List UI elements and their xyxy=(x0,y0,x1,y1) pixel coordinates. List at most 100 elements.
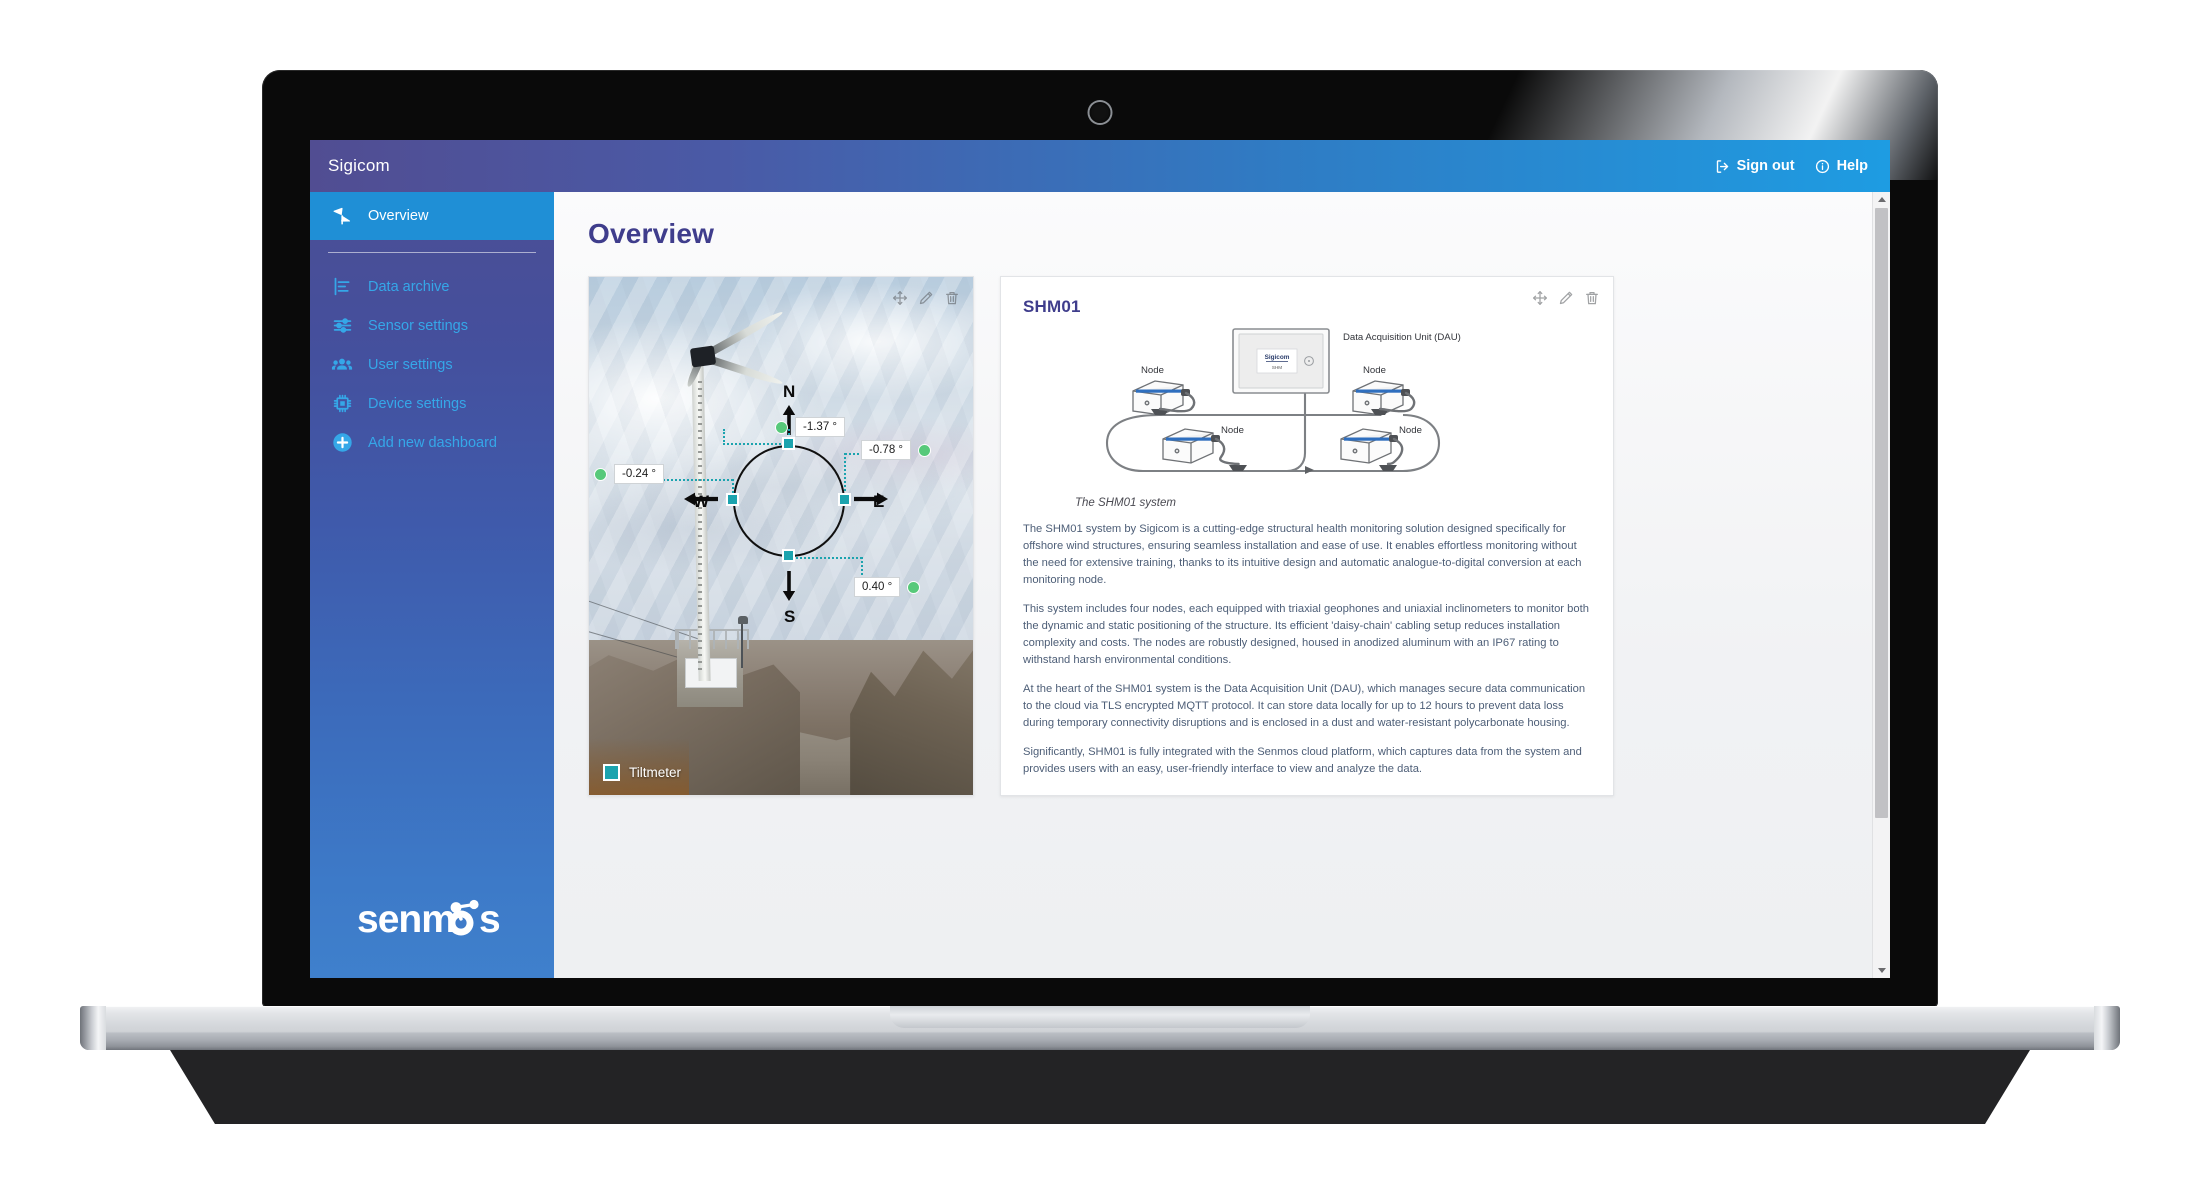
laptop-base-edge-left xyxy=(80,1006,106,1050)
chip-icon xyxy=(330,392,354,416)
compass-label-north: N xyxy=(783,382,796,401)
leader-line xyxy=(788,557,862,559)
laptop-shadow xyxy=(168,1048,2032,1124)
status-dot-icon xyxy=(594,467,607,481)
edit-icon[interactable] xyxy=(917,289,934,306)
tiltmeter-legend: Tiltmeter xyxy=(603,764,681,781)
svg-text:senm: senm xyxy=(357,898,455,941)
shm01-widget: SHM01 Sigicom SHM Data Acquisition Unit … xyxy=(1000,276,1614,796)
shm01-widget-tools xyxy=(1531,289,1600,306)
tilt-reading-north: -1.37 ° xyxy=(775,417,846,438)
shm01-title: SHM01 xyxy=(1023,297,1081,316)
sidebar-item-overview[interactable]: Overview xyxy=(310,192,554,240)
tiltmeter-widget-tools xyxy=(891,289,960,306)
sidebar-item-label: Data archive xyxy=(368,278,450,295)
tilt-reading-value: -1.37 ° xyxy=(795,417,846,438)
sidebar-item-label: Device settings xyxy=(368,395,467,412)
tilt-reading-west: -0.24 ° xyxy=(594,464,665,485)
tiltmeter-widget: N S W E xyxy=(588,276,974,796)
compass-label-south: S xyxy=(784,607,796,626)
scroll-down-arrow-icon[interactable] xyxy=(1877,968,1886,973)
sign-out-label: Sign out xyxy=(1736,158,1795,174)
tilt-reading-south: 0.40 ° xyxy=(854,577,921,598)
laptop-base-edge-right xyxy=(2094,1006,2120,1050)
leader-line xyxy=(723,443,789,445)
info-icon xyxy=(1815,159,1830,174)
laptop-screen: Sigicom Sign out Help Overview Data arch… xyxy=(310,140,1890,978)
move-icon[interactable] xyxy=(1531,289,1548,306)
sidebar-item-sensor-settings[interactable]: Sensor settings xyxy=(310,306,554,345)
compass-arrow-south-icon xyxy=(781,571,797,601)
node-label: Node xyxy=(1399,425,1422,436)
main-content: Overview N S W -1.37 ° -0.78 ° -0.24 ° 0… xyxy=(554,192,1890,978)
senmos-wordmark-icon: senm s xyxy=(357,898,501,941)
diagram-caption: The SHM01 system xyxy=(1075,497,1176,509)
turbine-icon xyxy=(330,204,354,228)
dashboard-widgets: N S W E xyxy=(588,276,1856,796)
delete-icon[interactable] xyxy=(1583,289,1600,306)
vertical-scrollbar[interactable] xyxy=(1872,192,1890,978)
tilt-reading-value: -0.24 ° xyxy=(614,464,665,485)
compass-ring xyxy=(733,445,845,557)
sidebar-nav: Overview Data archive Sensor settings Us… xyxy=(310,192,554,978)
sidebar-item-data-archive[interactable]: Data archive xyxy=(310,267,554,306)
status-dot-icon xyxy=(775,420,788,434)
compass-arrow-east-icon xyxy=(854,491,888,507)
tilt-node-south[interactable] xyxy=(782,549,795,562)
leader-line xyxy=(723,429,725,445)
leader-line xyxy=(861,557,863,579)
brand-title: Sigicom xyxy=(328,156,390,175)
node-label: Node xyxy=(1221,425,1244,436)
tilt-node-north[interactable] xyxy=(782,437,795,450)
shm01-paragraph: This system includes four nodes, each eq… xyxy=(1023,603,1589,667)
scrollbar-thumb[interactable] xyxy=(1875,208,1888,818)
legend-swatch-icon xyxy=(603,764,620,781)
shm01-paragraph: The SHM01 system by Sigicom is a cutting… xyxy=(1023,523,1582,587)
tilt-node-east[interactable] xyxy=(838,493,851,506)
sign-out-button[interactable]: Sign out xyxy=(1715,158,1795,174)
sidebar-divider xyxy=(328,252,536,253)
shm01-description: The SHM01 system by Sigicom is a cutting… xyxy=(1023,521,1591,778)
sign-out-icon xyxy=(1715,159,1730,174)
plus-circle-icon xyxy=(330,431,354,455)
tilt-node-west[interactable] xyxy=(726,493,739,506)
webcam-icon xyxy=(1089,102,1111,123)
senmos-logo-mark: senm s xyxy=(357,892,507,944)
move-icon[interactable] xyxy=(891,289,908,306)
shm01-system-diagram: Sigicom SHM Data Acquisition Unit (DAU) … xyxy=(1023,323,1591,495)
tilt-reading-value: -0.78 ° xyxy=(861,440,912,461)
svg-text:s: s xyxy=(479,898,500,941)
laptop-lid: Sigicom Sign out Help Overview Data arch… xyxy=(262,70,1938,1008)
users-icon xyxy=(330,353,354,377)
sidebar-item-add-new-dashboard[interactable]: Add new dashboard xyxy=(310,423,554,462)
dau-screen-brand: Sigicom xyxy=(1265,354,1290,361)
leader-line xyxy=(844,453,846,495)
sidebar-item-user-settings[interactable]: User settings xyxy=(310,345,554,384)
sidebar-item-label: Add new dashboard xyxy=(368,434,497,451)
help-label: Help xyxy=(1836,158,1868,174)
content-inner: Overview N S W -1.37 ° -0.78 ° -0.24 ° 0… xyxy=(554,192,1890,796)
sidebar-item-device-settings[interactable]: Device settings xyxy=(310,384,554,423)
compass-arrow-west-icon xyxy=(684,491,718,507)
shm01-paragraph: Significantly, SHM01 is fully integrated… xyxy=(1023,746,1582,776)
sidebar-item-label: User settings xyxy=(368,356,453,373)
sidebar-item-label: Sensor settings xyxy=(368,317,468,334)
shm01-paragraph: At the heart of the SHM01 system is the … xyxy=(1023,683,1586,730)
status-dot-icon xyxy=(907,580,921,594)
legend-label: Tiltmeter xyxy=(629,765,682,780)
scroll-up-arrow-icon[interactable] xyxy=(1877,197,1886,202)
header-actions: Sign out Help xyxy=(1715,158,1890,174)
sidebar-item-group: Data archive Sensor settings User settin… xyxy=(310,265,554,462)
svg-text:SHM: SHM xyxy=(1272,365,1282,370)
delete-icon[interactable] xyxy=(943,289,960,306)
status-dot-icon xyxy=(918,443,932,457)
laptop-base-notch xyxy=(890,1006,1310,1028)
tiltmeter-overlay: N S W E xyxy=(589,277,973,795)
node-label: Node xyxy=(1141,365,1164,376)
bar-chart-icon xyxy=(330,275,354,299)
node-label: Node xyxy=(1363,365,1386,376)
tilt-reading-value: 0.40 ° xyxy=(854,577,901,598)
web-application: Sigicom Sign out Help Overview Data arch… xyxy=(310,140,1890,978)
edit-icon[interactable] xyxy=(1557,289,1574,306)
help-button[interactable]: Help xyxy=(1815,158,1868,174)
